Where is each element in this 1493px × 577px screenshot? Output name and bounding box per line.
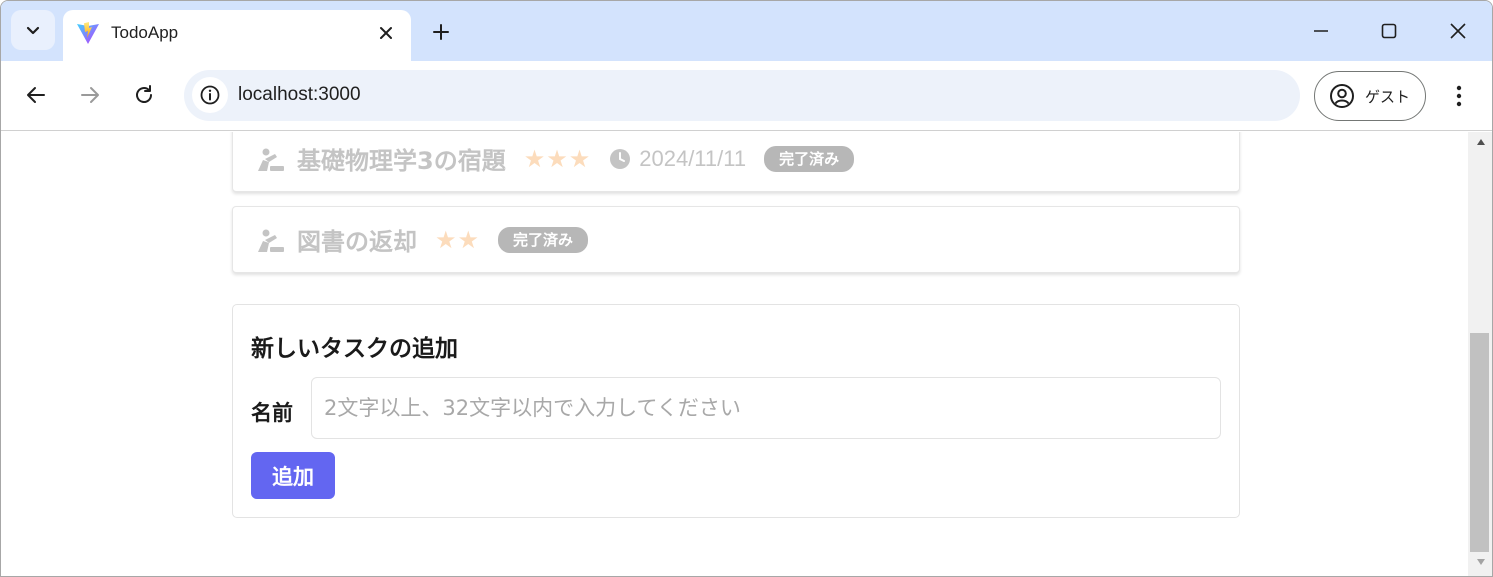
forward-button[interactable] — [72, 77, 108, 113]
profile-label: ゲスト — [1365, 87, 1411, 106]
maximize-icon — [1381, 23, 1397, 39]
task-name-input[interactable] — [311, 377, 1221, 439]
tab-close-button[interactable] — [373, 20, 399, 46]
task-item[interactable]: 図書の返却 ★★ 完了済み — [232, 206, 1240, 273]
status-badge: 完了済み — [764, 145, 855, 172]
url-text: localhost:3000 — [238, 84, 361, 105]
browser-menu-button[interactable] — [1444, 79, 1474, 113]
profile-button[interactable]: ゲスト — [1314, 71, 1426, 121]
more-vertical-icon — [1456, 85, 1462, 107]
task-name: 基礎物理学3の宿題 — [297, 147, 506, 175]
priority-stars: ★★★ — [523, 144, 592, 173]
account-circle-icon — [1330, 84, 1354, 108]
back-button[interactable] — [18, 77, 54, 113]
close-icon — [1450, 23, 1466, 39]
tab-title: TodoApp — [111, 23, 179, 42]
chevron-down-icon — [26, 26, 40, 35]
due-date: 2024/11/11 — [609, 146, 746, 172]
clock-icon — [610, 148, 631, 169]
new-tab-button[interactable] — [425, 16, 457, 48]
add-task-button[interactable]: 追加 — [251, 452, 335, 499]
due-date-text: 2024/11/11 — [639, 145, 747, 171]
scrollbar-thumb[interactable] — [1470, 333, 1489, 552]
minimize-button[interactable] — [1301, 13, 1341, 49]
triangle-up-icon — [1476, 139, 1485, 145]
tab-search-button[interactable] — [11, 10, 55, 50]
plus-icon — [433, 24, 449, 40]
name-label: 名前 — [251, 401, 293, 425]
active-tab[interactable]: TodoApp — [63, 10, 411, 61]
page-viewport: 基礎物理学3の宿題 ★★★ 2024/11/11 完了済み 図書の返却 ★★ 完… — [1, 132, 1468, 576]
add-task-form: 新しいタスクの追加 名前 追加 — [232, 304, 1240, 518]
form-title: 新しいタスクの追加 — [251, 336, 458, 362]
task-done-icon — [258, 148, 284, 171]
maximize-button[interactable] — [1369, 13, 1409, 49]
scroll-up-button[interactable] — [1468, 138, 1492, 152]
arrow-right-icon — [81, 87, 99, 103]
scroll-down-button[interactable] — [1468, 558, 1492, 572]
vite-logo-icon — [77, 22, 99, 44]
arrow-left-icon — [27, 87, 45, 103]
browser-toolbar: localhost:3000 ゲスト — [1, 61, 1492, 131]
reload-button[interactable] — [126, 77, 162, 113]
reload-icon — [136, 85, 152, 103]
minimize-icon — [1314, 30, 1328, 32]
task-name: 図書の返却 — [297, 228, 417, 256]
status-badge: 完了済み — [498, 226, 589, 253]
vertical-scrollbar[interactable] — [1468, 132, 1492, 576]
tab-strip: TodoApp — [1, 1, 1492, 61]
address-bar[interactable]: localhost:3000 — [184, 70, 1300, 121]
task-done-icon — [258, 229, 284, 252]
site-info-button[interactable] — [192, 77, 228, 113]
priority-stars: ★★ — [435, 225, 481, 254]
task-item[interactable]: 基礎物理学3の宿題 ★★★ 2024/11/11 完了済み — [232, 132, 1240, 192]
triangle-down-icon — [1476, 559, 1485, 565]
close-icon — [380, 27, 392, 39]
info-icon — [200, 85, 220, 105]
browser-window: TodoApp localhost:3000 ゲスト 基礎物理学3の宿題 ★★★… — [0, 0, 1493, 577]
close-window-button[interactable] — [1438, 13, 1478, 49]
